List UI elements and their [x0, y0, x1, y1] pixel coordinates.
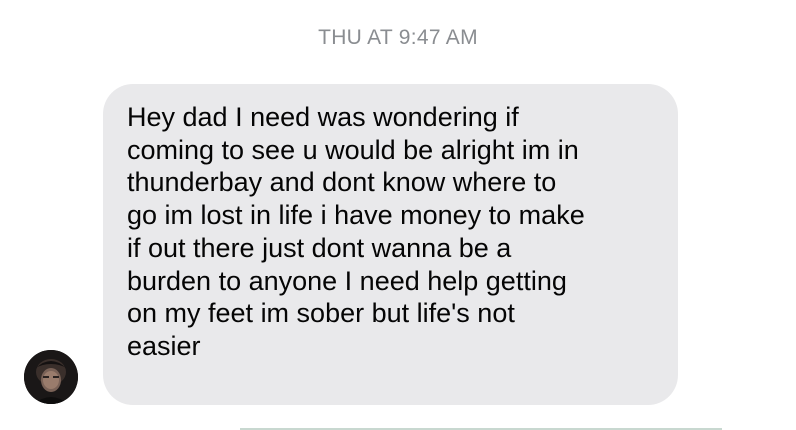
received-message-bubble[interactable]: Hey dad I need was wondering if coming t… — [103, 84, 678, 405]
contact-avatar[interactable] — [24, 350, 78, 404]
avatar-photo-icon — [24, 350, 78, 404]
message-text: Hey dad I need was wondering if coming t… — [127, 102, 585, 361]
message-thread: THU AT 9:47 AM Hey dad I need was wonder… — [0, 0, 796, 430]
message-timestamp: THU AT 9:47 AM — [318, 26, 478, 49]
